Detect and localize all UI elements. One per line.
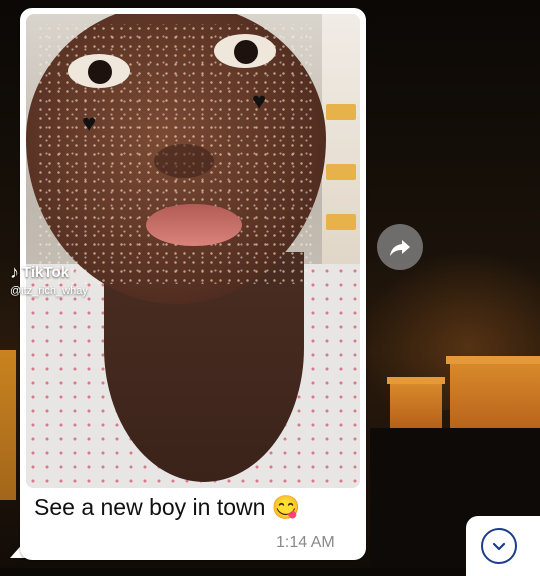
scroll-to-bottom-button[interactable] [466,516,540,576]
forward-button[interactable] [377,224,423,270]
background-building [387,377,445,428]
lips [146,204,242,246]
background-building [446,356,540,434]
tiktok-brand-label: TikTok [22,264,69,281]
face: ♥ ♥ [26,14,326,304]
black-heart-icon: ♥ [82,110,97,137]
chevron-down-circle-icon [481,528,517,564]
message-caption: See a new boy in town 😋 [34,494,301,520]
tiktok-watermark: ♪ TikTok @itz_rich_whay [10,262,88,297]
forward-arrow-icon [390,240,410,256]
background-shelf [322,14,360,274]
message-timestamp: 1:14 AM [276,534,335,551]
tiktok-note-icon: ♪ [10,262,19,282]
tiktok-handle: @itz_rich_whay [10,285,88,297]
left-eye [68,54,130,88]
black-heart-icon: ♥ [252,88,267,115]
nose [154,144,214,178]
background-building-left [0,350,16,500]
message-video[interactable]: ♥ ♥ [26,14,360,488]
tiktok-brand: ♪ TikTok [10,262,88,283]
right-eye [214,34,276,68]
